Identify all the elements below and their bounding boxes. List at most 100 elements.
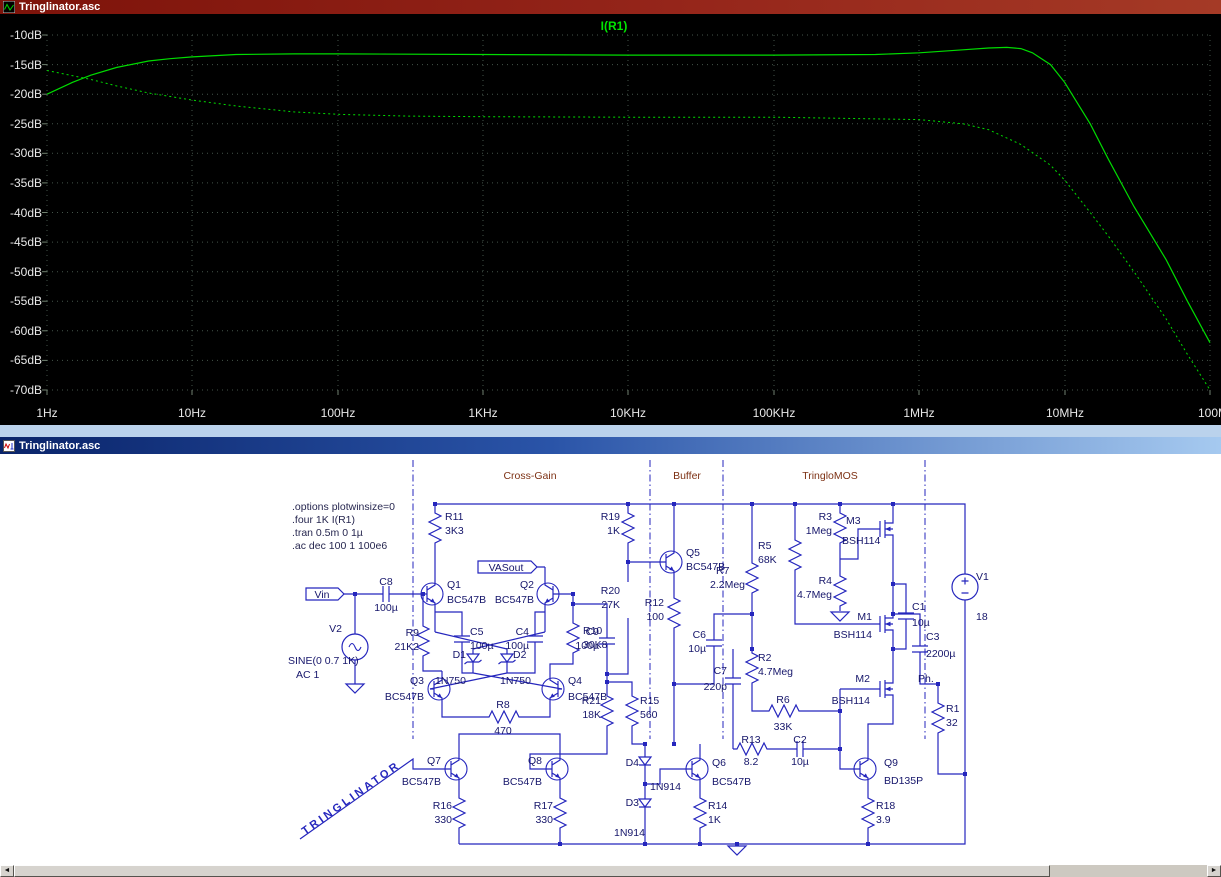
- R16-symbol[interactable]: [452, 793, 466, 831]
- y-tick-2: -20dB: [10, 87, 42, 101]
- gnd-v2-icon[interactable]: [345, 683, 365, 694]
- D4-value: 1N914: [650, 781, 681, 793]
- scroll-right-button[interactable]: ►: [1207, 865, 1221, 877]
- C6-name: C6: [693, 629, 707, 641]
- Q4-symbol[interactable]: [541, 670, 565, 708]
- M2-symbol[interactable]: [875, 672, 894, 706]
- Q4-name: Q4: [568, 675, 582, 687]
- ph-flag-label[interactable]: Ph.: [918, 673, 934, 685]
- x-tick-2: 100Hz: [321, 406, 356, 420]
- Q6-symbol[interactable]: [685, 750, 709, 788]
- waveform-plot-area[interactable]: I(R1) -10dB -15dB -20dB -25dB -30dB -35d…: [0, 14, 1221, 425]
- R17-symbol[interactable]: [553, 793, 567, 831]
- horizontal-scrollbar[interactable]: ◄ ►: [0, 865, 1221, 877]
- C4-symbol[interactable]: [526, 621, 544, 657]
- D3-symbol[interactable]: [638, 793, 652, 819]
- scroll-left-button[interactable]: ◄: [0, 865, 14, 877]
- vasout-flag-label[interactable]: VASout: [489, 562, 524, 574]
- C6-symbol[interactable]: [705, 625, 723, 661]
- R18-symbol[interactable]: [861, 793, 875, 831]
- x-tick-1: 10Hz: [178, 406, 206, 420]
- R5-value: 68K: [758, 554, 777, 566]
- C7-symbol[interactable]: [724, 663, 742, 699]
- vin-flag-label[interactable]: Vin: [315, 589, 330, 601]
- trace-legend-label[interactable]: I(R1): [601, 19, 628, 33]
- R11-name: R11: [445, 511, 464, 523]
- net-flags[interactable]: Vin VASout Ph.: [305, 560, 934, 685]
- V1-symbol[interactable]: [951, 573, 979, 601]
- C9-name: C9: [586, 626, 600, 638]
- schematic-window-titlebar[interactable]: Tringlinator.asc: [0, 437, 1221, 454]
- y-tick-11: -65dB: [10, 353, 42, 367]
- Q7-symbol[interactable]: [444, 750, 468, 788]
- R4-name: R4: [819, 575, 833, 587]
- R12-symbol[interactable]: [667, 593, 681, 631]
- M3-value: BSH114: [842, 535, 880, 547]
- R1-symbol[interactable]: [931, 698, 945, 736]
- R8-name: R8: [496, 699, 510, 711]
- Q1-symbol[interactable]: [420, 575, 444, 613]
- Q1-name: Q1: [447, 579, 461, 591]
- R5-symbol[interactable]: [788, 535, 802, 573]
- R14-symbol[interactable]: [693, 793, 707, 831]
- M1-name: M1: [857, 611, 872, 623]
- R8-symbol[interactable]: [484, 710, 522, 724]
- plot-grid: [46, 34, 1211, 391]
- y-tick-10: -60dB: [10, 324, 42, 338]
- gnd-r4-icon[interactable]: [830, 611, 850, 622]
- R4-symbol[interactable]: [833, 571, 847, 609]
- R13-value: 8.2: [744, 756, 759, 768]
- x-tick-5: 100KHz: [753, 406, 796, 420]
- C6-value: 10µ: [688, 643, 706, 655]
- schematic-window-icon: [3, 439, 15, 452]
- M1-symbol[interactable]: [875, 607, 894, 641]
- R19-symbol[interactable]: [621, 508, 635, 546]
- R21-name: R21: [582, 695, 601, 707]
- C8-value: 100µ: [374, 602, 398, 614]
- R11-value: 3K3: [445, 525, 464, 537]
- D4-name: D4: [626, 757, 640, 769]
- Q5-symbol[interactable]: [659, 543, 683, 581]
- Q9-symbol[interactable]: [853, 750, 877, 788]
- window-gap-strip: [0, 425, 1221, 437]
- R11-symbol[interactable]: [428, 508, 442, 546]
- Q8-symbol[interactable]: [545, 750, 569, 788]
- D2-name: D2: [513, 649, 527, 661]
- R18-name: R18: [876, 800, 895, 812]
- Q2-value: BC547B: [495, 594, 534, 606]
- R15-value: 560: [640, 709, 658, 721]
- directive-options[interactable]: .options plotwinsize=0: [292, 501, 395, 513]
- directive-tran[interactable]: .tran 0.5m 0 1µ: [292, 527, 363, 539]
- x-tick-7: 10MHz: [1046, 406, 1084, 420]
- Q9-value: BD135P: [884, 775, 923, 787]
- directive-ac[interactable]: .ac dec 100 1 100e6: [292, 540, 387, 552]
- R16-value: 330: [434, 814, 452, 826]
- Q8-name: Q8: [528, 755, 542, 767]
- V2-value: SINE(0 0.7 1K): [288, 655, 359, 667]
- D2-value: 1N750: [500, 675, 531, 687]
- directive-four[interactable]: .four 1K I(R1): [292, 514, 355, 526]
- R8-value: 470: [494, 725, 512, 737]
- R6-symbol[interactable]: [764, 704, 802, 718]
- R14-value: 1K: [708, 814, 721, 826]
- R2-symbol[interactable]: [745, 648, 759, 686]
- gnd-main-icon[interactable]: [727, 845, 747, 856]
- C2-name: C2: [793, 734, 807, 746]
- D1-symbol[interactable]: [463, 648, 483, 674]
- C8-name: C8: [379, 576, 393, 588]
- R15-symbol[interactable]: [625, 691, 639, 729]
- Q2-symbol[interactable]: [536, 575, 560, 613]
- schematic-canvas[interactable]: Vin VASout Ph. Cross-Gain Buffer Tringlo…: [0, 454, 1221, 865]
- y-tick-8: -50dB: [10, 265, 42, 279]
- y-tick-3: -25dB: [10, 117, 42, 131]
- y-tick-4: -30dB: [10, 146, 42, 160]
- R7-symbol[interactable]: [745, 558, 759, 596]
- R1-value: 32: [946, 717, 958, 729]
- C8-symbol[interactable]: [368, 585, 404, 603]
- wave-window-titlebar[interactable]: Tringlinator.asc: [0, 0, 1221, 14]
- Q7-value: BC547B: [402, 776, 441, 788]
- screen: Tringlinator.asc I(R1) -10dB -15dB -20dB…: [0, 0, 1221, 877]
- M2-name: M2: [855, 673, 870, 685]
- D4-symbol[interactable]: [638, 751, 652, 777]
- scrollbar-thumb[interactable]: [14, 865, 1050, 877]
